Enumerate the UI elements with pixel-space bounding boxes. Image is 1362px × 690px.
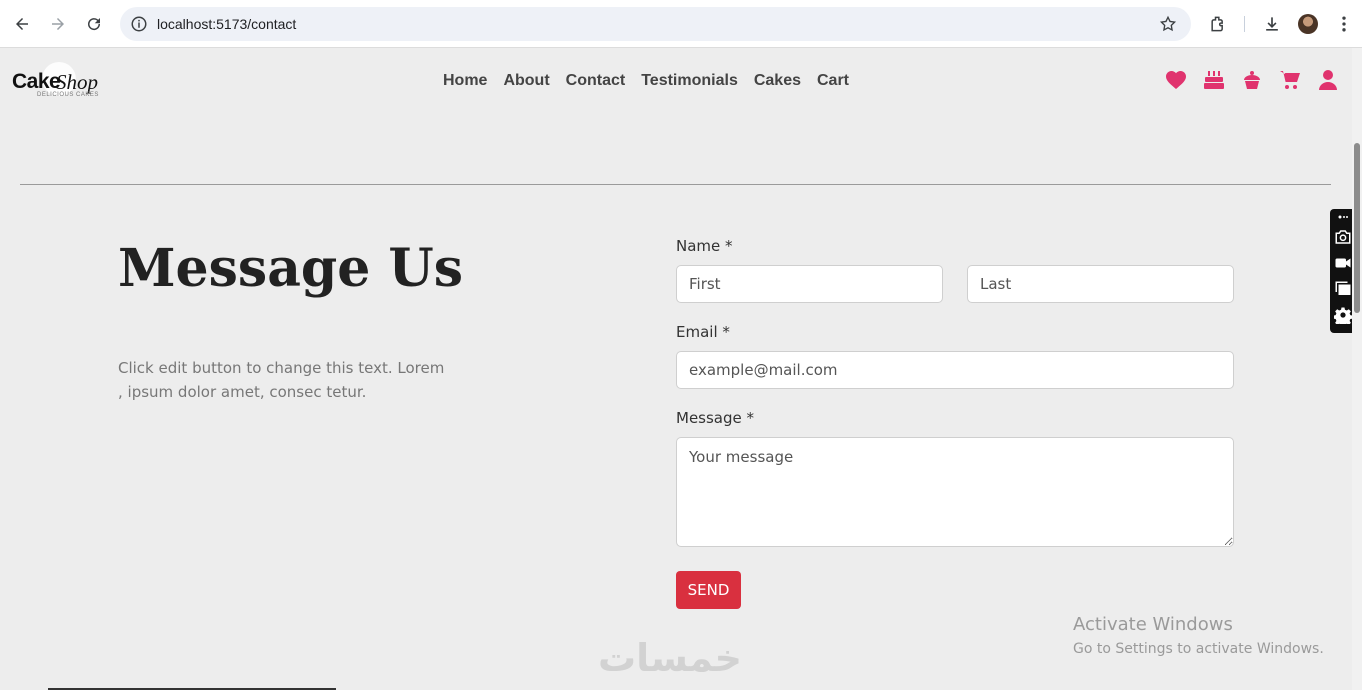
windows-icon — [1335, 281, 1351, 295]
logo-tagline: DELICIOUS CAKES — [37, 92, 99, 98]
extensions-button[interactable] — [1206, 12, 1230, 36]
name-label: Name * — [676, 237, 733, 255]
cart-button[interactable] — [1278, 68, 1302, 97]
video-camera-icon — [1335, 258, 1351, 268]
toolbar-separator — [1244, 16, 1245, 32]
activate-windows-notice: Activate Windows Go to Settings to activ… — [1073, 614, 1324, 657]
browser-menu-button[interactable] — [1332, 12, 1356, 36]
cupcakes-button[interactable] — [1240, 68, 1264, 97]
email-label: Email * — [676, 323, 730, 341]
wishlist-button[interactable] — [1164, 68, 1188, 97]
message-label: Message * — [676, 409, 755, 427]
nav-home[interactable]: Home — [443, 72, 487, 90]
cupcake-icon — [1244, 71, 1260, 89]
nav-contact[interactable]: Contact — [566, 72, 626, 90]
watermark-logo: خمسات — [598, 636, 742, 680]
camera-icon — [1335, 230, 1351, 244]
scrollbar-thumb[interactable] — [1354, 143, 1360, 313]
record-video-button[interactable] — [1333, 253, 1353, 273]
profile-avatar[interactable] — [1298, 14, 1318, 34]
birthday-cake-icon — [1204, 71, 1224, 89]
puzzle-icon — [1211, 16, 1223, 32]
back-button[interactable] — [10, 12, 34, 36]
extension-settings-button[interactable] — [1333, 305, 1353, 325]
screenshot-button[interactable] — [1333, 227, 1353, 247]
account-button[interactable] — [1316, 68, 1340, 97]
email-input[interactable] — [676, 351, 1234, 389]
reload-icon — [88, 18, 101, 31]
arrow-right-icon — [52, 18, 64, 30]
activate-windows-subtitle: Go to Settings to activate Windows. — [1073, 641, 1324, 657]
first-name-input[interactable] — [676, 265, 943, 303]
activate-windows-title: Activate Windows — [1073, 614, 1233, 635]
url-text: localhost:5173/contact — [157, 16, 297, 32]
birthday-cakes-button[interactable] — [1202, 68, 1226, 97]
user-icon — [1319, 70, 1337, 90]
nav-cakes[interactable]: Cakes — [754, 72, 801, 90]
page-description: Click edit button to change this text. L… — [118, 359, 445, 401]
reload-button[interactable] — [82, 12, 106, 36]
last-name-input[interactable] — [967, 265, 1234, 303]
browser-toolbar: localhost:5173/contact — [0, 0, 1362, 48]
heart-icon — [1166, 71, 1186, 89]
bookmark-star-icon[interactable] — [1159, 15, 1177, 33]
message-textarea[interactable] — [676, 437, 1234, 547]
download-icon — [1266, 17, 1278, 31]
main-navigation: Home About Contact Testimonials Cakes Ca… — [443, 72, 849, 90]
cart-icon — [1280, 71, 1300, 89]
logo-text-main: Cake — [12, 70, 61, 93]
site-logo[interactable]: Cake Shop DELICIOUS CAKES — [12, 62, 107, 104]
link-more-icon — [1338, 215, 1348, 219]
extension-pin-button[interactable] — [1333, 211, 1353, 223]
header-divider — [20, 184, 1331, 185]
arrow-left-icon — [16, 18, 28, 30]
capture-area-button[interactable] — [1333, 279, 1353, 299]
nav-about[interactable]: About — [503, 72, 549, 90]
page-content: Cake Shop DELICIOUS CAKES Home About Con… — [0, 48, 1352, 690]
send-button[interactable]: SEND — [676, 571, 741, 609]
page-title: Message Us — [118, 238, 464, 299]
address-bar[interactable]: localhost:5173/contact — [120, 7, 1191, 41]
vertical-scrollbar[interactable] — [1352, 48, 1362, 690]
more-vertical-icon — [1342, 16, 1346, 32]
site-info-icon[interactable] — [130, 15, 148, 33]
downloads-button[interactable] — [1260, 12, 1284, 36]
forward-button[interactable] — [46, 12, 70, 36]
nav-cart[interactable]: Cart — [817, 72, 849, 90]
nav-testimonials[interactable]: Testimonials — [641, 72, 738, 90]
gear-icon — [1334, 307, 1352, 324]
